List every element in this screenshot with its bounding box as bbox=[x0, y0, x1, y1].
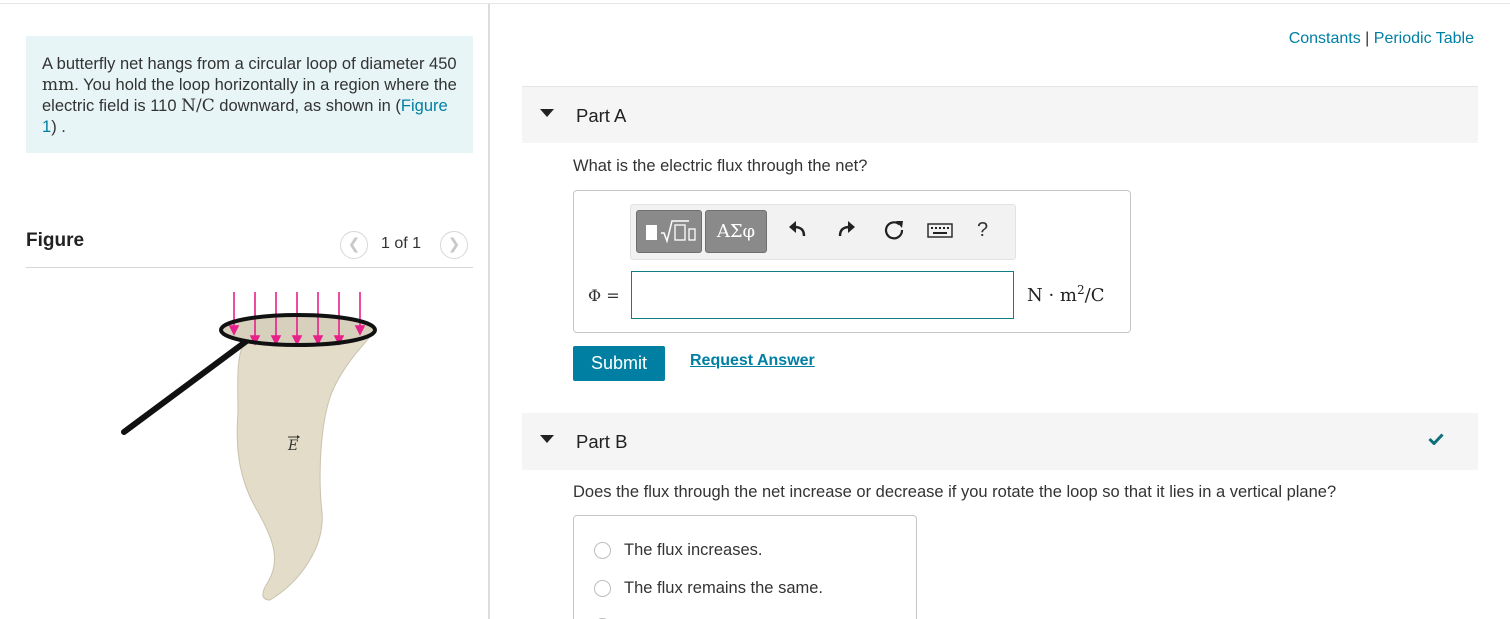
help-button[interactable]: ? bbox=[977, 219, 988, 242]
greek-symbols-button[interactable]: ΑΣφ bbox=[705, 210, 767, 253]
periodic-table-link[interactable]: Periodic Table bbox=[1374, 30, 1474, 47]
figure-pager-label: 1 of 1 bbox=[381, 235, 422, 252]
units-suffix: /C bbox=[1084, 285, 1105, 306]
caret-down-icon bbox=[540, 109, 554, 117]
field-label: E bbox=[287, 438, 298, 454]
chevron-right-icon[interactable]: ❯ bbox=[440, 231, 468, 259]
part-a-title: Part A bbox=[576, 105, 627, 126]
reset-icon[interactable] bbox=[883, 219, 905, 241]
net-bag bbox=[236, 333, 373, 601]
undo-icon[interactable] bbox=[787, 219, 809, 241]
units-exponent: 2 bbox=[1076, 283, 1085, 297]
part-a-header[interactable]: Part A bbox=[522, 86, 1478, 143]
redo-icon[interactable] bbox=[835, 219, 857, 241]
part-b-question: Does the flux through the net increase o… bbox=[573, 483, 1337, 501]
radio-button[interactable] bbox=[594, 580, 611, 597]
part-a-question: What is the electric flux through the ne… bbox=[573, 157, 868, 175]
link-separator: | bbox=[1360, 30, 1374, 47]
keyboard-icon[interactable] bbox=[927, 219, 953, 241]
constants-link[interactable]: Constants bbox=[1289, 30, 1361, 47]
problem-text: A butterfly net hangs from a circular lo… bbox=[42, 55, 457, 73]
problem-text: ) . bbox=[51, 118, 66, 136]
option-label: The flux remains the same. bbox=[624, 579, 823, 597]
options-box: The flux increases. The flux remains the… bbox=[573, 515, 917, 619]
math-toolbar: ΑΣφ ? bbox=[630, 204, 1016, 260]
problem-statement: A butterfly net hangs from a circular lo… bbox=[26, 36, 473, 153]
figure-header: Figure ❮ 1 of 1 ❯ bbox=[26, 228, 473, 268]
answer-variable-label: Φ = bbox=[588, 286, 620, 305]
header-links: Constants | Periodic Table bbox=[1289, 30, 1474, 48]
caret-down-icon bbox=[540, 435, 554, 443]
units-prefix: N · m bbox=[1027, 285, 1077, 306]
option-label: The flux increases. bbox=[624, 541, 763, 559]
butterfly-net-figure: E bbox=[121, 292, 377, 601]
unit-mm: mm bbox=[42, 75, 75, 95]
unit-field: N/C bbox=[181, 96, 215, 116]
figure-title: Figure bbox=[26, 230, 85, 251]
top-border bbox=[0, 3, 1510, 4]
part-b-header[interactable]: Part B bbox=[522, 413, 1478, 470]
panel-divider bbox=[488, 4, 490, 619]
request-answer-link[interactable]: Request Answer bbox=[690, 352, 815, 370]
answer-units: N · m2/C bbox=[1027, 283, 1104, 306]
part-b-title: Part B bbox=[576, 431, 628, 452]
problem-text: downward, as shown in ( bbox=[214, 97, 401, 115]
templates-icon[interactable] bbox=[636, 210, 702, 253]
net-handle bbox=[121, 334, 255, 435]
chevron-left-icon[interactable]: ❮ bbox=[340, 231, 368, 259]
radio-button[interactable] bbox=[594, 542, 611, 559]
submit-button[interactable]: Submit bbox=[573, 346, 665, 381]
flux-answer-input[interactable] bbox=[631, 271, 1014, 319]
checkmark-icon bbox=[1428, 433, 1444, 445]
answer-box: ΑΣφ ? Φ = N · m2/C bbox=[573, 190, 1131, 333]
